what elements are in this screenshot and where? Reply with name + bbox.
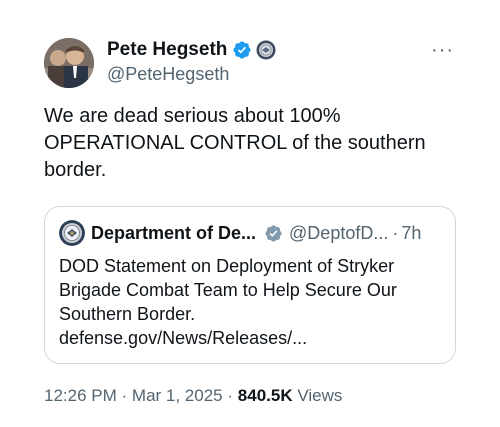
separator-dot: ·: [392, 222, 399, 243]
quoted-tweet-text: DOD Statement on Deployment of Stryker B…: [59, 256, 397, 348]
views-label: Views: [297, 386, 343, 405]
more-options-icon[interactable]: ···: [431, 40, 454, 60]
quoted-timestamp[interactable]: 7h: [401, 223, 421, 244]
tweet-meta: 12:26 PM · Mar 1, 2025 · 840.5K Views: [44, 386, 342, 406]
verified-check-icon[interactable]: [232, 40, 252, 60]
author-display-name[interactable]: Pete Hegseth: [107, 39, 227, 61]
author-handle[interactable]: @PeteHegseth: [107, 64, 276, 85]
author-name-row: Pete Hegseth: [107, 38, 276, 62]
post-date[interactable]: Mar 1, 2025: [132, 386, 223, 405]
quoted-handle[interactable]: @DeptofD...: [289, 223, 388, 244]
views-count: 840.5K: [237, 386, 293, 405]
avatar-photo-icon: [44, 38, 94, 88]
quoted-display-name[interactable]: Department of De...: [91, 223, 256, 244]
verified-check-icon: [264, 224, 283, 243]
author-info: Pete Hegseth @PeteHegseth: [107, 38, 276, 85]
separator-dot: ·: [227, 386, 234, 405]
author-avatar[interactable]: [44, 38, 94, 88]
tweet-text: We are dead serious about 100% OPERATION…: [44, 105, 426, 181]
post-time[interactable]: 12:26 PM: [44, 386, 117, 405]
quoted-tweet-header: Department of De... @DeptofD... · 7h: [59, 219, 443, 247]
tweet-header: Pete Hegseth @PeteHegseth ···: [44, 38, 464, 88]
dod-seal-icon[interactable]: [256, 40, 276, 60]
separator-dot: ·: [121, 386, 128, 405]
quoted-tweet-card[interactable]: Department of De... @DeptofD... · 7h DOD…: [44, 206, 456, 364]
dod-seal-avatar-icon[interactable]: [59, 220, 85, 246]
